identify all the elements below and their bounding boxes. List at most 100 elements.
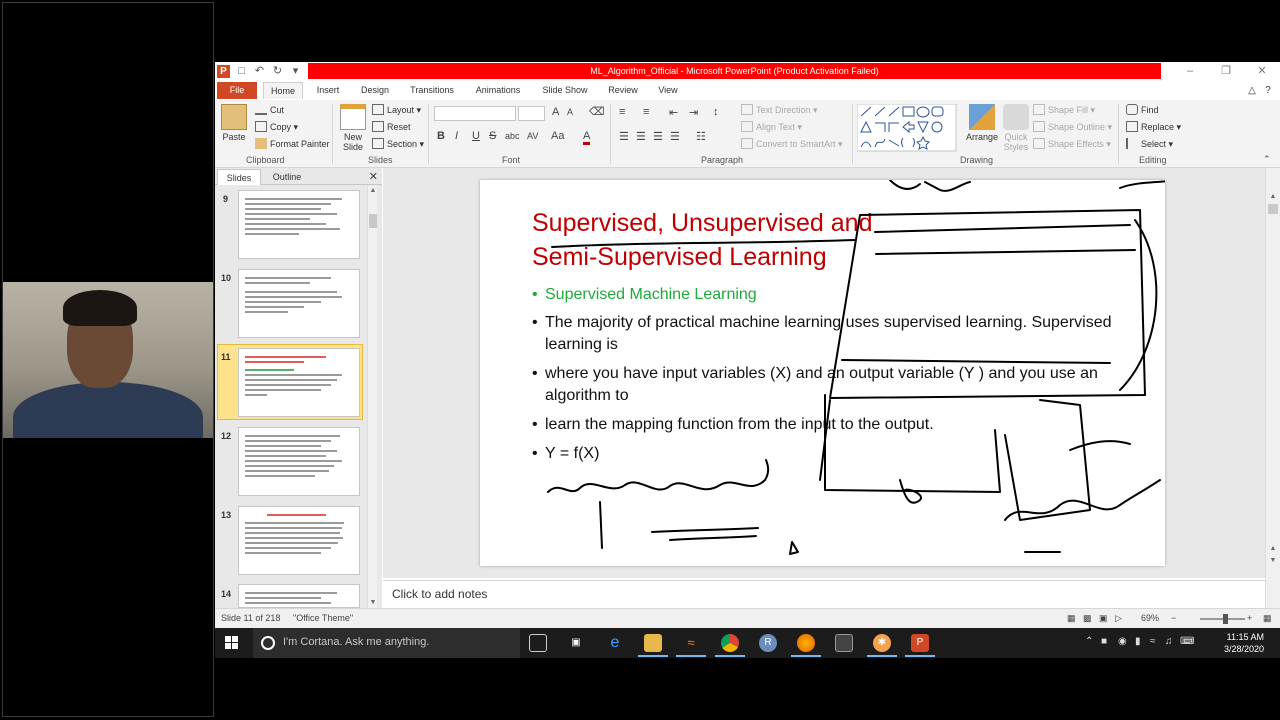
windows-start-icon[interactable]	[225, 636, 239, 650]
tab-slide-show[interactable]: Slide Show	[536, 82, 594, 99]
tray-expand-icon[interactable]: ⌃	[1085, 636, 1093, 647]
font-color-button[interactable]: A	[583, 130, 591, 145]
align-right-icon[interactable]: ☰	[653, 130, 663, 143]
decrease-indent-icon[interactable]: ⇤	[669, 106, 678, 119]
r-app-icon[interactable]: R	[759, 634, 777, 652]
slide-thumbnail-10[interactable]	[238, 269, 360, 338]
clear-format-icon[interactable]: ⌫	[589, 105, 605, 118]
char-spacing-button[interactable]: AV	[527, 131, 538, 141]
prev-slide-icon[interactable]: ▲	[1268, 544, 1278, 554]
tab-review[interactable]: Review	[604, 82, 642, 99]
collapse-ribbon-icon[interactable]: ⌃	[1263, 154, 1271, 165]
tab-home[interactable]: Home	[263, 82, 303, 99]
change-case-button[interactable]: Aa	[551, 130, 564, 142]
clock[interactable]: 11:15 AM 3/28/2020	[1204, 631, 1264, 655]
tab-view[interactable]: View	[652, 82, 684, 99]
bold-button[interactable]: B	[437, 130, 445, 142]
cut-button[interactable]: Cut	[255, 104, 284, 115]
shrink-font-icon[interactable]: A	[567, 107, 573, 117]
redo-icon[interactable]: ↻	[271, 65, 284, 78]
store-icon[interactable]: ▣	[567, 634, 585, 652]
scroll-thumb[interactable]	[369, 214, 377, 228]
powerpoint-taskbar-icon[interactable]: P	[911, 634, 929, 652]
help-icon[interactable]: △	[1245, 82, 1259, 99]
slide-thumbnail-11[interactable]	[238, 348, 360, 417]
wifi-icon[interactable]: ≈	[1150, 636, 1156, 647]
undo-icon[interactable]: ↶	[253, 65, 266, 78]
restore-button[interactable]: ❐	[1208, 62, 1244, 80]
zoom-level[interactable]: 69%	[1141, 613, 1159, 623]
shadow-button[interactable]: abc	[505, 131, 520, 141]
arrange-button[interactable]: Arrange	[965, 104, 999, 142]
tray-battery-icon[interactable]: ▮	[1135, 636, 1141, 647]
slide-thumbnail-14[interactable]	[238, 584, 360, 608]
columns-icon[interactable]: ☷	[696, 130, 706, 143]
shapes-gallery[interactable]	[857, 104, 957, 152]
customize-qat-icon[interactable]: ▾	[289, 65, 302, 78]
reset-button[interactable]: Reset	[372, 121, 411, 132]
line-spacing-icon[interactable]: ↕	[713, 106, 719, 118]
align-center-icon[interactable]: ☰	[636, 130, 646, 143]
edge-icon[interactable]: e	[606, 634, 624, 652]
font-size-box[interactable]	[518, 106, 545, 121]
zoom-in-icon[interactable]: +	[1247, 613, 1252, 623]
current-slide[interactable]: Supervised, Unsupervised and Semi-Superv…	[480, 180, 1165, 566]
cortana-search[interactable]: I'm Cortana. Ask me anything.	[253, 628, 520, 658]
underline-button[interactable]: U	[472, 130, 480, 142]
quick-styles-button[interactable]: Quick Styles	[1001, 104, 1031, 152]
firefox-icon[interactable]	[797, 634, 815, 652]
replace-button[interactable]: Replace ▾	[1126, 121, 1181, 133]
slide-thumbnail-12[interactable]	[238, 427, 360, 496]
align-left-icon[interactable]: ☰	[619, 130, 629, 143]
minimize-button[interactable]: –	[1172, 62, 1208, 80]
close-panel-icon[interactable]: ✕	[369, 170, 378, 183]
help-question-icon[interactable]: ?	[1261, 82, 1275, 99]
tab-outline[interactable]: Outline	[265, 169, 309, 185]
editor-scrollbar[interactable]: ▲ ▲ ▼	[1265, 168, 1280, 608]
format-painter-button[interactable]: Format Painter	[255, 138, 330, 149]
tray-network-icon[interactable]: ■	[1101, 636, 1107, 647]
view-normal-icon[interactable]: ▦	[1067, 613, 1076, 624]
tab-insert[interactable]: Insert	[311, 82, 345, 99]
select-button[interactable]: Select ▾	[1126, 138, 1173, 150]
scroll-thumb[interactable]	[1268, 204, 1278, 214]
file-explorer-icon[interactable]	[644, 634, 662, 652]
panel-scrollbar[interactable]: ▲ ▼	[367, 186, 377, 608]
powerpoint-logo-icon[interactable]: P	[217, 64, 230, 78]
zoom-slider-knob[interactable]	[1223, 614, 1228, 624]
font-name-box[interactable]	[434, 106, 516, 121]
numbering-icon[interactable]: ≡	[643, 106, 649, 118]
terminal-icon[interactable]	[835, 634, 853, 652]
increase-indent-icon[interactable]: ⇥	[689, 106, 698, 119]
close-button[interactable]: ✕	[1244, 62, 1280, 80]
tab-file[interactable]: File	[217, 82, 257, 99]
gear-app-icon[interactable]: ✱	[873, 634, 891, 652]
notes-pane[interactable]: Click to add notes	[383, 580, 1265, 608]
justify-icon[interactable]: ☰	[670, 130, 680, 143]
slide-thumbnail-13[interactable]	[238, 506, 360, 575]
text-direction-button[interactable]: Text Direction ▾	[741, 104, 818, 116]
scroll-up-icon[interactable]: ▲	[1268, 192, 1278, 202]
tab-animations[interactable]: Animations	[470, 82, 526, 99]
chrome-icon[interactable]	[721, 634, 739, 652]
scroll-up-icon[interactable]: ▲	[368, 186, 378, 196]
align-text-button[interactable]: Align Text ▾	[741, 121, 802, 133]
tab-transitions[interactable]: Transitions	[405, 82, 459, 99]
tab-slides[interactable]: Slides	[217, 169, 261, 185]
view-reading-icon[interactable]: ▣	[1099, 613, 1108, 624]
strikethrough-button[interactable]: S	[489, 130, 496, 142]
shape-effects-button[interactable]: Shape Effects ▾	[1033, 138, 1111, 150]
paste-button[interactable]: Paste	[221, 104, 247, 142]
next-slide-icon[interactable]: ▼	[1268, 556, 1278, 566]
fit-slide-icon[interactable]: ▦	[1263, 613, 1272, 624]
shape-fill-button[interactable]: Shape Fill ▾	[1033, 104, 1095, 116]
tab-design[interactable]: Design	[355, 82, 395, 99]
grow-font-icon[interactable]: A	[552, 106, 559, 118]
task-view-icon[interactable]	[529, 634, 547, 652]
zoom-out-icon[interactable]: −	[1171, 613, 1176, 623]
view-slideshow-icon[interactable]: ▷	[1115, 613, 1122, 624]
layout-button[interactable]: Layout ▾	[372, 104, 421, 116]
volume-icon[interactable]: ♫	[1165, 636, 1173, 647]
bullets-icon[interactable]: ≡	[619, 106, 625, 118]
section-button[interactable]: Section ▾	[372, 138, 424, 150]
